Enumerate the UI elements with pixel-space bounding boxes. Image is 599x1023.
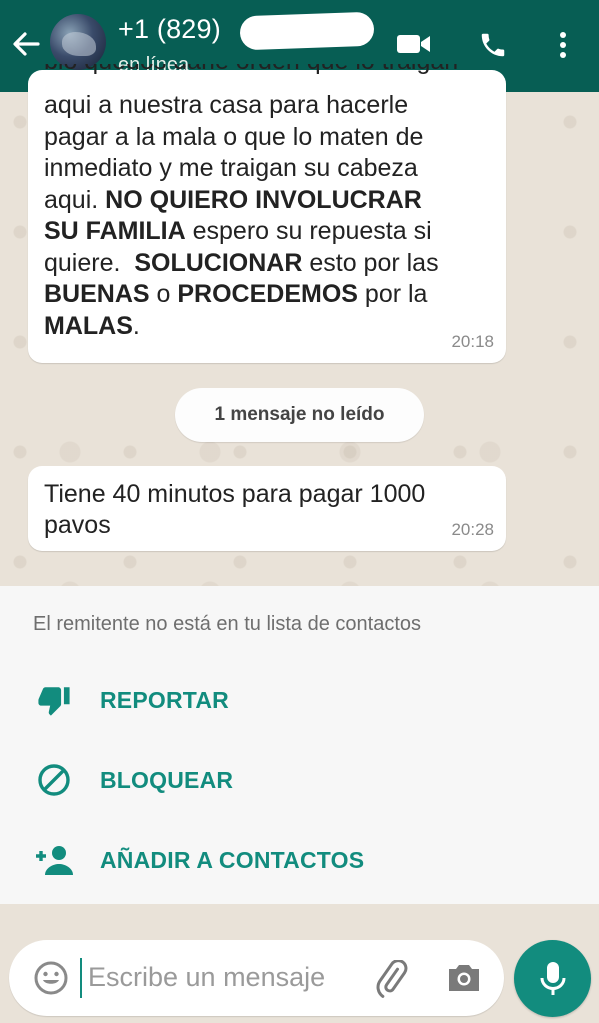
message-bold-text: BUENAS (44, 280, 150, 308)
add-to-contacts-button[interactable]: AÑADIR A CONTACTOS (0, 830, 599, 890)
message-bubble[interactable]: bio quedos darle orden que lo traigan aqu… (28, 64, 506, 363)
report-button[interactable]: REPORTAR (0, 670, 599, 730)
block-label: BLOQUEAR (100, 766, 234, 793)
avatar[interactable] (50, 14, 106, 70)
message-plain-text: aqui a nuestra casa para hacerle (44, 91, 409, 119)
message-time: 20:28 (451, 520, 494, 539)
message-plain-text: aqui. (44, 185, 106, 214)
message-line: BUENAS o PROCEDEMOS por la (44, 279, 439, 310)
more-options-icon[interactable] (553, 30, 573, 60)
voice-message-button[interactable] (514, 940, 591, 1017)
redaction-mark (239, 11, 375, 51)
phone-call-icon[interactable] (478, 30, 508, 60)
message-line: aqui. NO QUIERO INVOLUCRAR (44, 185, 439, 216)
sender-notice: El remitente no está en tu lista de cont… (33, 613, 421, 635)
add-person-icon (34, 840, 74, 880)
message-line: inmediato y me traigan su cabeza (44, 153, 439, 184)
back-arrow-icon[interactable] (8, 28, 44, 60)
message-bubble[interactable]: Tiene 40 minutos para pagar 1000 pavos 2… (28, 466, 506, 551)
message-line-partial: bio quedos darle orden que lo traigan (44, 64, 458, 76)
microphone-icon (540, 961, 565, 995)
chat-area[interactable]: bio quedos darle orden que lo traigan aqu… (0, 64, 599, 586)
message-line: aqui a nuestra casa para hacerle (44, 90, 439, 121)
block-button[interactable]: BLOQUEAR (0, 750, 599, 810)
attach-icon[interactable] (373, 960, 411, 998)
message-bold-text: NO QUIERO INVOLUCRAR (105, 185, 422, 214)
report-label: REPORTAR (100, 686, 229, 713)
unknown-sender-panel: El remitente no está en tu lista de cont… (0, 586, 599, 904)
message-input-box[interactable]: Escribe un mensaje (9, 940, 504, 1016)
message-plain-text: o (149, 280, 178, 308)
text-cursor (80, 958, 82, 998)
emoji-icon[interactable] (33, 960, 69, 996)
unread-banner: 1 mensaje no leído (175, 388, 424, 442)
message-line: quiere. SOLUCIONAR esto por las (44, 248, 439, 279)
camera-icon[interactable] (445, 960, 483, 996)
composer: Escribe un mensaje (0, 904, 599, 1023)
thumbs-down-icon (34, 680, 74, 720)
message-plain-text: espero su repuesta si (185, 217, 432, 245)
video-call-icon[interactable] (396, 30, 432, 58)
contact-name[interactable]: +1 (829) (118, 14, 221, 45)
message-line: SU FAMILIA espero su repuesta si (44, 216, 439, 247)
message-plain-text: quiere. (44, 248, 135, 277)
add-to-contacts-label: AÑADIR A CONTACTOS (100, 846, 365, 873)
message-plain-text: . (132, 311, 140, 340)
message-bold-text: SOLUCIONAR (134, 248, 303, 277)
message-plain-text: pagar a la mala o que lo maten de (44, 122, 424, 151)
message-line: pagar a la mala o que lo maten de (44, 122, 439, 153)
message-bold-text: PROCEDEMOS (177, 280, 358, 308)
block-icon (34, 760, 74, 800)
message-plain-text: esto por las (302, 248, 439, 277)
message-bold-text: SU FAMILIA (44, 217, 186, 245)
message-line: MALAS. (44, 311, 439, 342)
message-plain-text: inmediato y me traigan su cabeza (44, 154, 418, 182)
message-bold-text: MALAS (44, 311, 133, 340)
message-input[interactable]: Escribe un mensaje (88, 962, 325, 993)
message-text: Tiene 40 minutos para pagar 1000 pavos (44, 480, 426, 539)
message-time: 20:18 (451, 332, 494, 351)
message-plain-text: por la (357, 280, 428, 308)
